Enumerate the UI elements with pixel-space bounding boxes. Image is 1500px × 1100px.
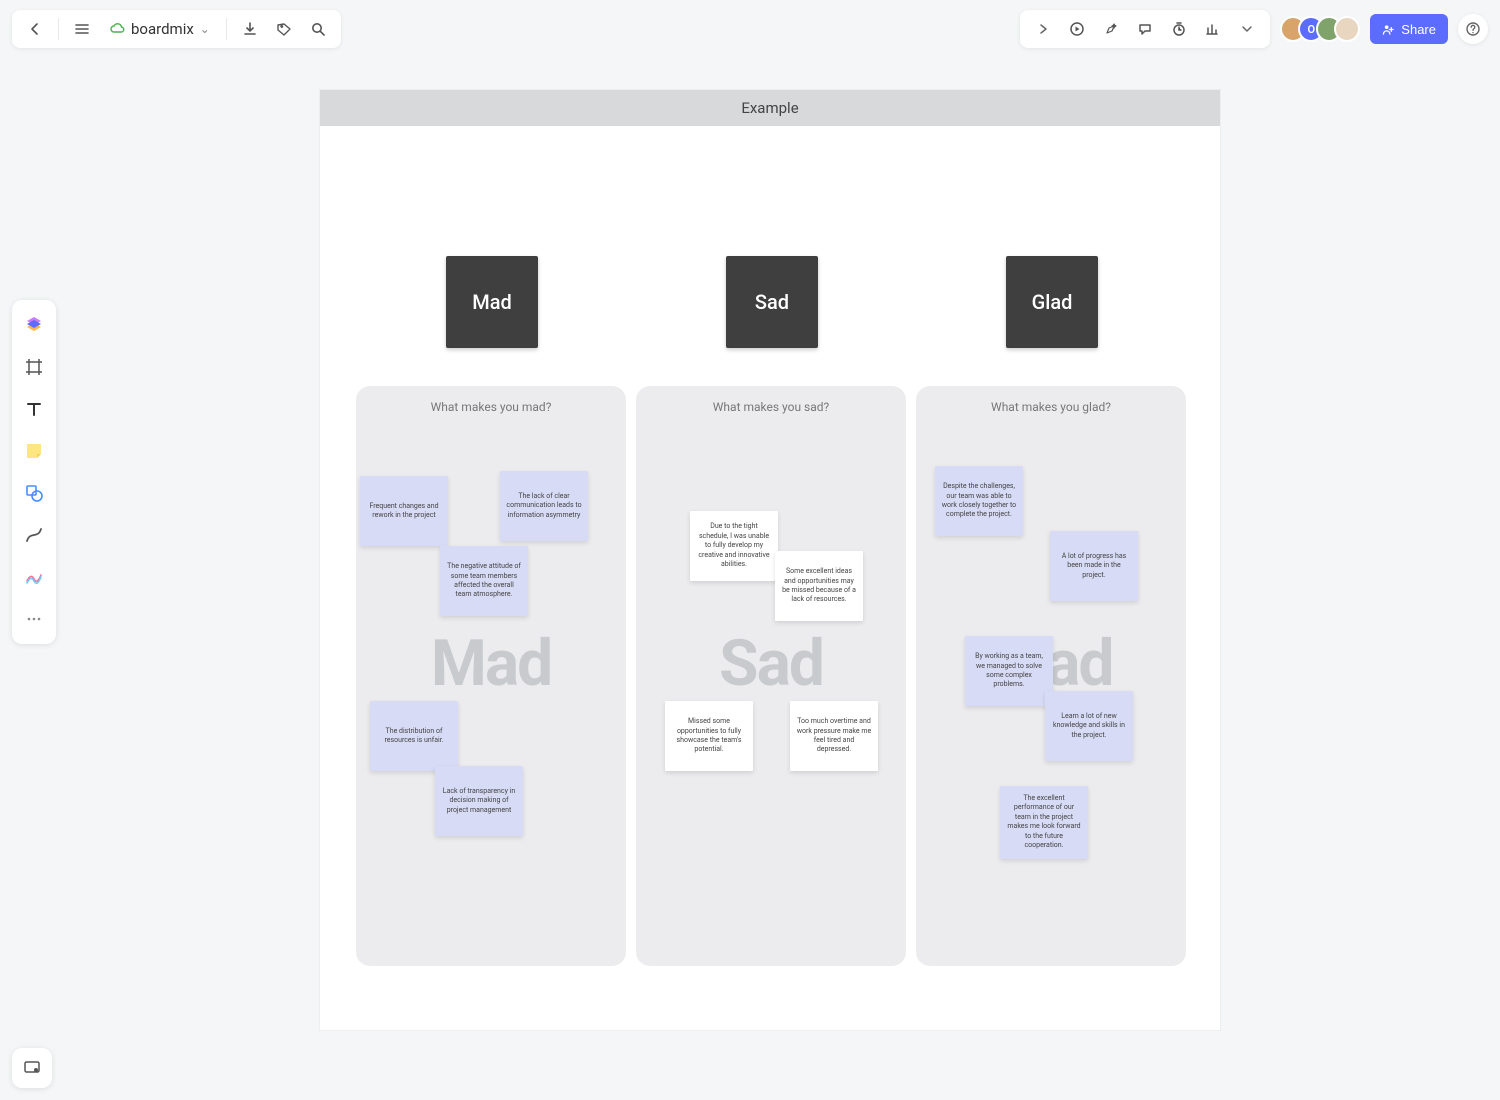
board-title-label: boardmix bbox=[131, 20, 194, 38]
column-bg-text-mad: Mad bbox=[356, 626, 626, 701]
column-panel-sad[interactable]: What makes you sad? Sad bbox=[636, 386, 906, 966]
canvas-title-bar: Example bbox=[320, 90, 1220, 126]
board-title-dropdown[interactable]: boardmix ⌄ bbox=[99, 12, 220, 46]
share-button[interactable]: Share bbox=[1370, 14, 1448, 44]
sticky-note[interactable]: Learn a lot of new knowledge and skills … bbox=[1045, 691, 1133, 761]
board-area[interactable]: Mad What makes you mad? Mad Frequent change… bbox=[320, 126, 1220, 1030]
comment-button[interactable] bbox=[1128, 12, 1162, 46]
chart-button[interactable] bbox=[1196, 12, 1230, 46]
canvas-title: Example bbox=[741, 99, 798, 117]
chevron-down-icon: ⌄ bbox=[200, 22, 210, 36]
column-header-sad[interactable]: Sad bbox=[726, 256, 818, 348]
canvas-frame[interactable]: Example Mad What makes you mad? Mad Frequen… bbox=[320, 90, 1220, 1030]
avatar[interactable] bbox=[1334, 16, 1360, 42]
topbar-left: boardmix ⌄ bbox=[12, 10, 341, 48]
sticky-note[interactable]: The distribution of resources is unfair. bbox=[370, 701, 458, 771]
frame-tool[interactable] bbox=[17, 350, 51, 384]
sticky-note[interactable]: Missed some opportunities to fully showc… bbox=[665, 701, 753, 771]
connector-tool[interactable] bbox=[17, 518, 51, 552]
tag-button[interactable] bbox=[267, 12, 301, 46]
sparkle-button[interactable] bbox=[1094, 12, 1128, 46]
templates-tool[interactable] bbox=[17, 308, 51, 342]
column-header-glad[interactable]: Glad bbox=[1006, 256, 1098, 348]
sticky-note[interactable]: Too much overtime and work pressure make… bbox=[790, 701, 878, 771]
pen-tool[interactable] bbox=[17, 560, 51, 594]
expand-button[interactable] bbox=[1026, 12, 1060, 46]
minimap-button[interactable] bbox=[12, 1048, 52, 1088]
sticky-note[interactable]: Frequent changes and rework in the proje… bbox=[360, 476, 448, 546]
person-plus-icon bbox=[1382, 23, 1395, 36]
sticky-note[interactable]: Due to the tight schedule, I was unable … bbox=[690, 511, 778, 581]
shape-tool[interactable] bbox=[17, 476, 51, 510]
cloud-icon bbox=[109, 21, 125, 37]
help-button[interactable] bbox=[1458, 14, 1488, 44]
topbar-right: O Share bbox=[1020, 10, 1488, 48]
text-tool[interactable] bbox=[17, 392, 51, 426]
present-button[interactable] bbox=[1060, 12, 1094, 46]
sticky-note[interactable]: Despite the challenges, our team was abl… bbox=[935, 466, 1023, 536]
sticky-note[interactable]: The excellent performance of our team in… bbox=[1000, 786, 1088, 859]
column-prompt-mad: What makes you mad? bbox=[356, 386, 626, 414]
column-prompt-sad: What makes you sad? bbox=[636, 386, 906, 414]
menu-button[interactable] bbox=[65, 12, 99, 46]
sticky-note[interactable]: Some excellent ideas and opportunities m… bbox=[775, 551, 863, 621]
more-tools[interactable] bbox=[17, 602, 51, 636]
column-bg-text-sad: Sad bbox=[636, 626, 906, 701]
column-header-mad[interactable]: Mad bbox=[446, 256, 538, 348]
more-tools-button[interactable] bbox=[1230, 12, 1264, 46]
share-label: Share bbox=[1401, 22, 1436, 37]
back-button[interactable] bbox=[18, 12, 52, 46]
sticky-note-tool[interactable] bbox=[17, 434, 51, 468]
left-toolbar bbox=[12, 300, 56, 644]
topbar-tools bbox=[1020, 10, 1270, 48]
collaborator-avatars[interactable]: O bbox=[1280, 16, 1360, 42]
column-prompt-glad: What makes you glad? bbox=[916, 386, 1186, 414]
timer-button[interactable] bbox=[1162, 12, 1196, 46]
download-button[interactable] bbox=[233, 12, 267, 46]
search-button[interactable] bbox=[301, 12, 335, 46]
sticky-note[interactable]: A lot of progress has been made in the p… bbox=[1050, 531, 1138, 601]
sticky-note[interactable]: Lack of transparency in decision making … bbox=[435, 766, 523, 836]
sticky-note[interactable]: The lack of clear communication leads to… bbox=[500, 471, 588, 541]
sticky-note[interactable]: By working as a team, we managed to solv… bbox=[965, 636, 1053, 706]
sticky-note[interactable]: The negative attitude of some team membe… bbox=[440, 546, 528, 616]
